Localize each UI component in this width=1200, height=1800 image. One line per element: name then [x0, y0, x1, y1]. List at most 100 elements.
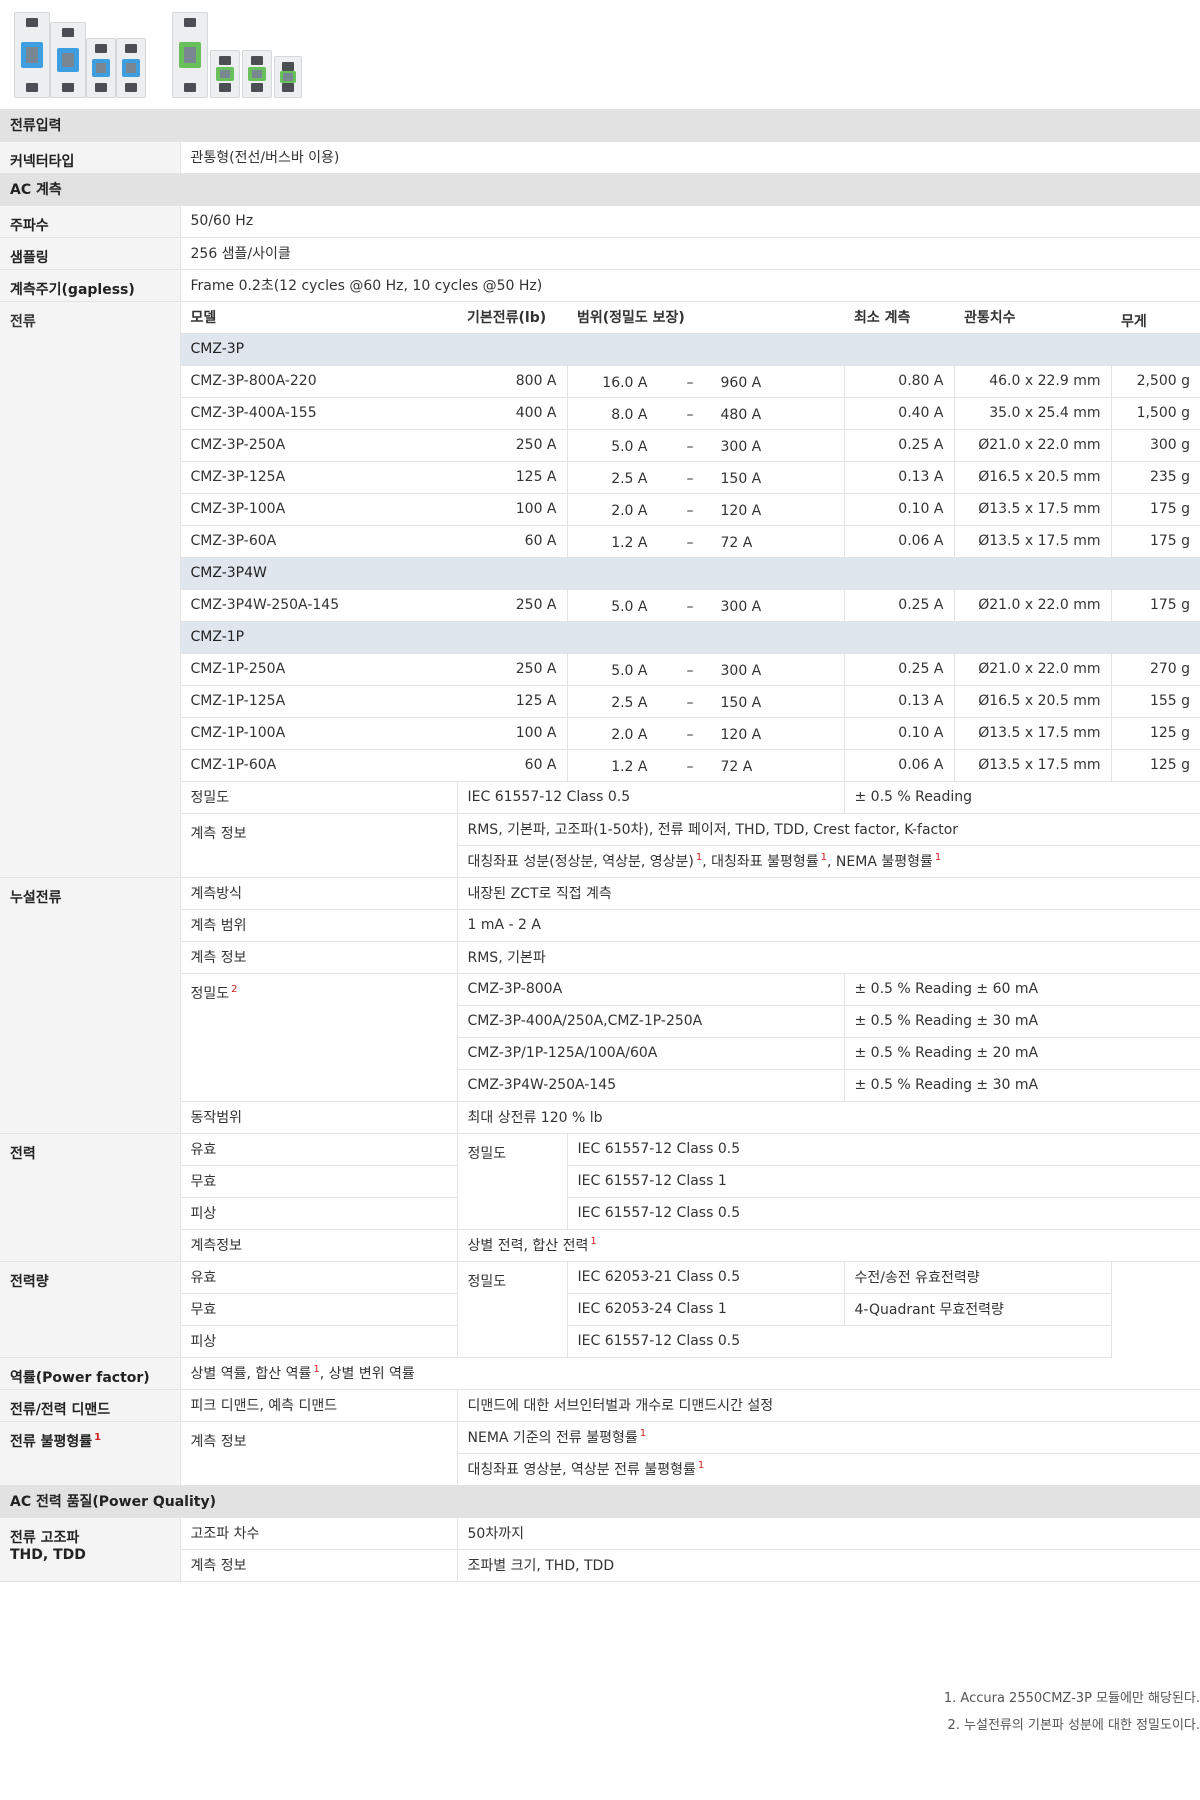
row-energy: 전력량 유효 정밀도 IEC 62053-21 Class 0.5 수전/송전 … [0, 1261, 1200, 1358]
section-title: 전류입력 [0, 109, 1200, 142]
cell-model: CMZ-3P-125A [180, 461, 457, 494]
cell-value: 대칭좌표 성분(정상분, 역상분, 영상분) 1, 대칭좌표 불평형률 1, NEM… [457, 845, 1200, 878]
cell-weight: 175 g [1111, 525, 1200, 558]
category-label: 전류/전력 디맨드 [0, 1389, 181, 1422]
sub-label: 피상 [180, 1197, 458, 1230]
sub-label: 무효 [180, 1293, 458, 1326]
range-high: 960 A [720, 374, 762, 391]
row-leak-method: 누설전류 계측방식 내장된 ZCT로 직접 계측 [0, 877, 1200, 1134]
cell-model: CMZ-1P-100A [180, 717, 457, 750]
table-row: CMZ-3P-60A 60 A 1.2 A – 72 A 0.06 A Ø13.5 … [0, 525, 1200, 558]
sub-label: 정밀도 [457, 1261, 568, 1358]
range-low: 16.0 A [602, 374, 648, 391]
range-low: 5.0 A [611, 598, 648, 615]
cell-weight: 1,500 g [1111, 397, 1200, 430]
row-demand: 전류/전력 디맨드 피크 디맨드, 예측 디맨드 디맨드에 대한 서브인터벌과 … [0, 1389, 1200, 1422]
group-name: CMZ-3P4W [180, 557, 1200, 590]
row-power: 무효 IEC 61557-12 Class 1 [0, 1165, 1200, 1198]
cell-min: 0.13 A [844, 461, 955, 494]
spec-table: 전류입력 커넥터타입 관통형(전선/버스바 이용) AC 계측 주파수 50/6… [0, 109, 1200, 1582]
cell-weight: 300 g [1111, 429, 1200, 462]
cell-value: ± 0.5 % Reading ± 30 mA [844, 1069, 1200, 1102]
cell-value: 상별 역률, 합산 역률 1, 상별 변위 역률 [180, 1357, 1200, 1390]
sub-label: 피상 [180, 1325, 458, 1358]
row-current-accuracy: 정밀도 IEC 61557-12 Class 0.5 ± 0.5 % Readi… [0, 781, 1200, 814]
row-power: 전력 유효 정밀도 IEC 61557-12 Class 0.5 [0, 1133, 1200, 1262]
cell-model: CMZ-3P-250A [180, 429, 457, 462]
cell-base: 800 A [457, 365, 568, 398]
row-connector: 커넥터타입 관통형(전선/버스바 이용) [0, 141, 1200, 174]
cell-model: CMZ-3P-800A [457, 973, 845, 1006]
cell-range: 1.2 A – 72 A [567, 749, 845, 782]
cell-value: IEC 61557-12 Class 0.5 [567, 1325, 1112, 1358]
cell-model: CMZ-3P-400A-155 [180, 397, 457, 430]
cell-size: Ø13.5 x 17.5 mm [954, 749, 1112, 782]
footnote-marker: 1 [934, 852, 942, 864]
cell-size: 35.0 x 25.4 mm [954, 397, 1112, 430]
cell-empty [1111, 1325, 1200, 1357]
sub-label: 유효 [180, 1133, 458, 1166]
cell-value: IEC 62053-21 Class 0.5 [567, 1261, 845, 1294]
cell-value: 조파별 크기, THD, TDD [457, 1549, 1200, 1582]
category-label: 전력 [0, 1133, 181, 1262]
group-row: CMZ-3P4W [0, 557, 1200, 590]
group-row: CMZ-1P [0, 621, 1200, 654]
cell-value: ± 0.5 % Reading ± 30 mA [844, 1005, 1200, 1038]
row-leak-operating: 동작범위 최대 상전류 120 % lb [0, 1101, 1200, 1134]
range-low: 1.2 A [611, 758, 648, 775]
header-model: 모델 [180, 301, 457, 334]
range-low: 2.5 A [611, 694, 648, 711]
header-base: 기본전류(lb) [457, 301, 567, 334]
range-dash: – [686, 726, 694, 743]
row-power: 피상 IEC 61557-12 Class 0.5 [0, 1197, 1200, 1230]
range-high: 480 A [720, 406, 762, 423]
cell-value: RMS, 기본파 [457, 941, 1200, 974]
sub-label: 계측방식 [180, 877, 458, 910]
cell-value: 50/60 Hz [180, 205, 1200, 238]
range-low: 1.2 A [611, 534, 648, 551]
cell-base: 60 A [457, 749, 568, 782]
cell-min: 0.06 A [844, 749, 955, 782]
cell-min: 0.13 A [844, 685, 955, 718]
cell-value: 관통형(전선/버스바 이용) [180, 141, 1200, 174]
row-period: 계측주기(gapless) Frame 0.2초(12 cycles @60 H… [0, 269, 1200, 302]
range-dash: – [686, 534, 694, 551]
footnote-marker: 1 [697, 1460, 705, 1472]
cell-value: 최대 상전류 120 % lb [457, 1101, 1200, 1134]
category-label: 역률(Power factor) [0, 1357, 181, 1390]
range-dash: – [686, 662, 694, 679]
sub-label: 계측 정보 [180, 813, 458, 878]
device-image [50, 22, 86, 98]
sub-label: 계측 범위 [180, 909, 458, 942]
device-image [116, 38, 146, 98]
cell-base: 125 A [457, 461, 568, 494]
cell-model: CMZ-3P-60A [180, 525, 457, 558]
device-image [86, 38, 116, 98]
sub-label: 정밀도 [180, 781, 458, 814]
table-row: CMZ-1P-60A 60 A 1.2 A – 72 A 0.06 A Ø13.5 … [0, 749, 1200, 782]
cell-value: ± 0.5 % Reading [844, 781, 1200, 814]
cell-size: Ø16.5 x 20.5 mm [954, 461, 1112, 494]
sub-label: 계측 정보 [180, 1421, 458, 1486]
cell-value: 50차까지 [457, 1517, 1200, 1550]
cell-base: 250 A [457, 589, 568, 622]
range-low: 2.5 A [611, 470, 648, 487]
section-current-input: 전류입력 [0, 109, 1200, 142]
section-ac-measure: AC 계측 [0, 173, 1200, 206]
table-row: CMZ-3P4W-250A-145 250 A 5.0 A – 300 A 0.25… [0, 589, 1200, 622]
section-title: AC 계측 [0, 173, 1200, 206]
cell-size: 46.0 x 22.9 mm [954, 365, 1112, 398]
header-min: 최소 계측 [844, 301, 954, 334]
cell-range: 8.0 A – 480 A [567, 397, 845, 430]
info-text: , 대칭좌표 불평형률 [702, 854, 819, 870]
label-text: 전류 불평형률 [10, 1433, 93, 1450]
range-high: 300 A [720, 438, 762, 455]
info-text: , NEMA 불평형률 [827, 854, 933, 870]
range-dash: – [686, 694, 694, 711]
category-label: 주파수 [0, 205, 181, 238]
sub-label: 정밀도 2 [180, 973, 458, 1102]
label-text: 전류 고조파 [10, 1529, 80, 1546]
cell-size: Ø13.5 x 17.5 mm [954, 493, 1112, 526]
sub-label: 고조파 차수 [180, 1517, 458, 1550]
footnote-marker: 1 [94, 1431, 102, 1443]
